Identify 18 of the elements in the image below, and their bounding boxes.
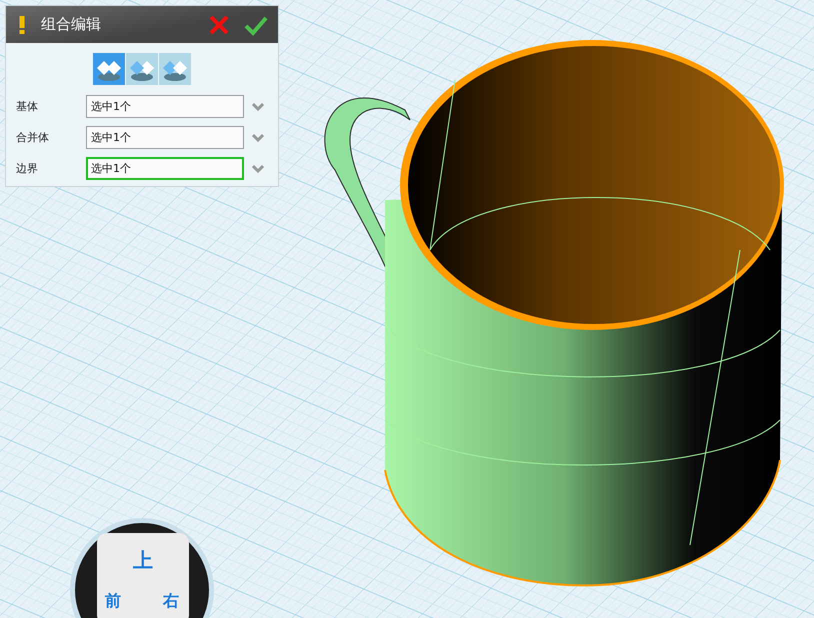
- chevron-down-icon[interactable]: [252, 132, 264, 142]
- panel-title: 组合编辑: [41, 15, 102, 34]
- selection-field[interactable]: 选中1个: [86, 95, 244, 118]
- selection-field[interactable]: 选中1个: [86, 126, 244, 149]
- chevron-down-icon[interactable]: [252, 102, 264, 112]
- face-label: 右: [163, 591, 179, 612]
- field-label: 基体: [16, 99, 39, 114]
- close-icon[interactable]: [208, 14, 230, 36]
- field-label: 边界: [16, 161, 39, 176]
- face-label: 前: [105, 591, 121, 612]
- mode-button[interactable]: [93, 53, 125, 85]
- field-label: 合并体: [16, 130, 50, 145]
- mode-button[interactable]: [159, 53, 191, 85]
- mode-button[interactable]: [126, 53, 158, 85]
- chevron-down-icon[interactable]: [252, 164, 264, 174]
- selection-field[interactable]: 选中1个: [86, 157, 244, 180]
- exclamation-icon: [19, 16, 25, 34]
- face-label: 上: [133, 547, 153, 574]
